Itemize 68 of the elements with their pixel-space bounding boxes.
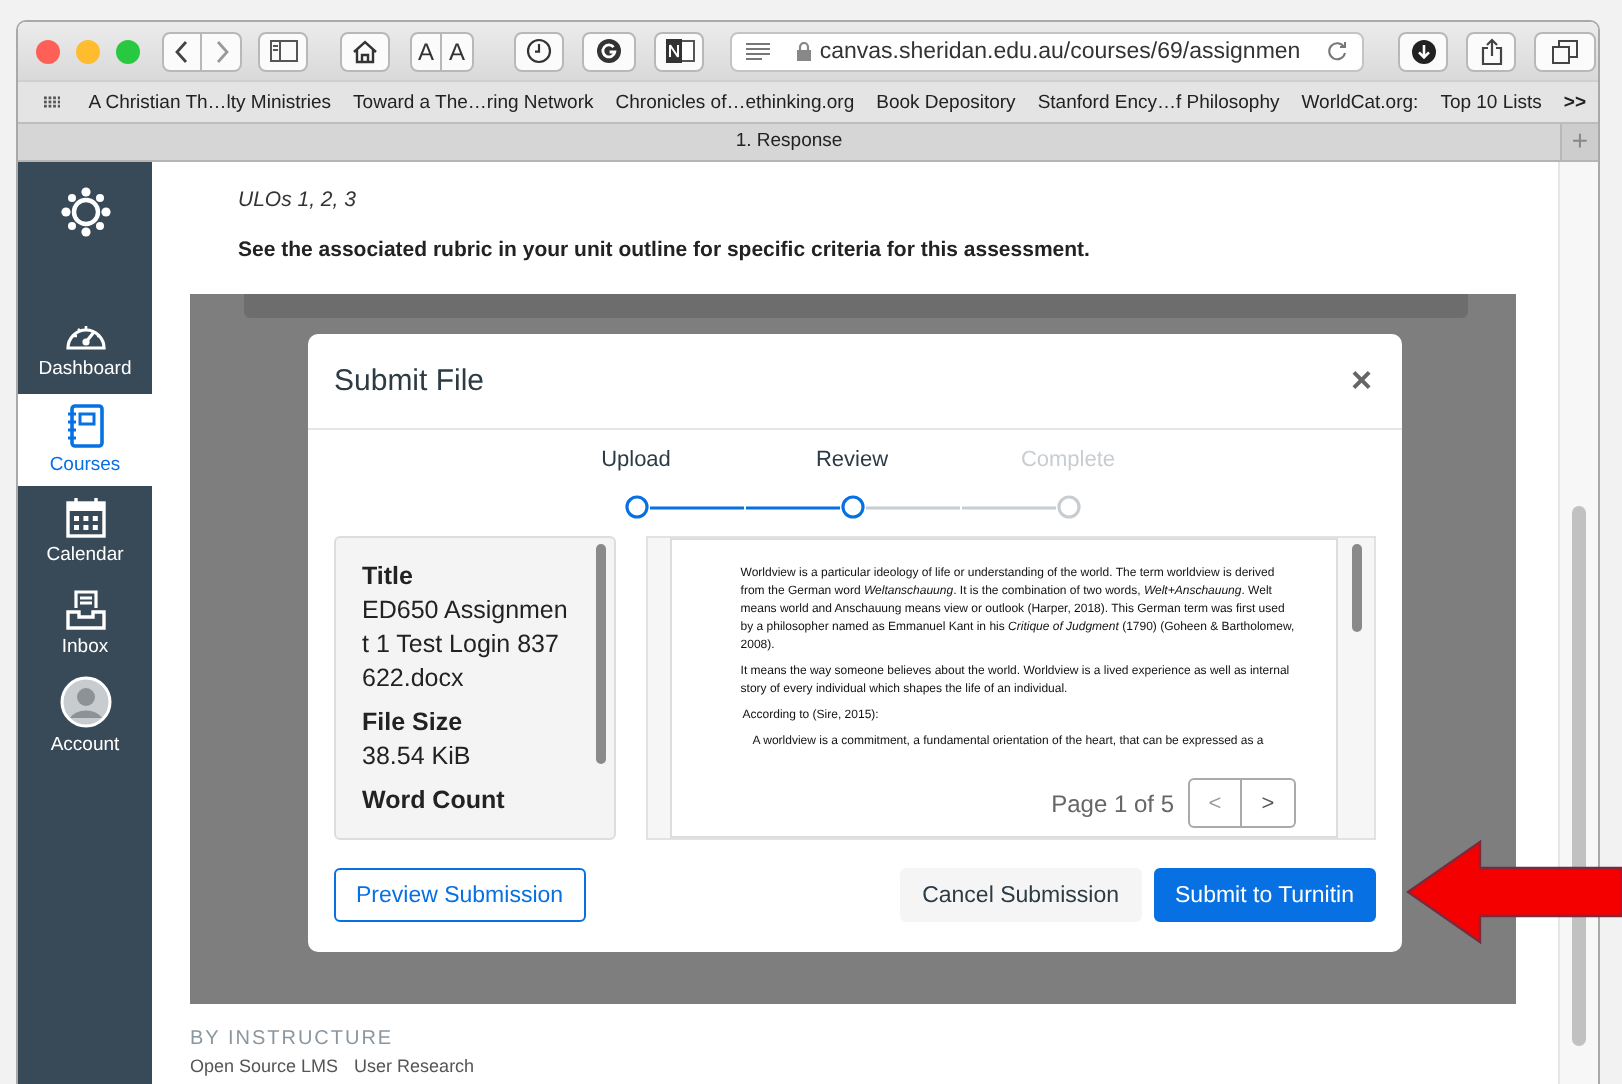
download-button[interactable] [1398,31,1448,71]
browser-tab[interactable]: 1. Response [18,124,1560,160]
tabs-overview-button[interactable] [1534,31,1596,71]
tabs-icon [1552,39,1578,63]
step-label: Review [815,448,889,472]
next-page-button[interactable]: > [1242,778,1296,828]
logo-icon[interactable] [59,186,111,238]
submit-button[interactable]: Submit to Turnitin [1153,868,1376,922]
learning-outcomes-text: ULOs 1, 2, 3 [238,186,358,214]
address-field[interactable]: canvas.sheridan.edu.au/courses/69/assignmen [730,31,1364,71]
bookmark-link[interactable]: Book Depository [876,91,1016,113]
reload-icon[interactable] [1326,40,1348,62]
clock-icon [526,38,552,64]
cancel-submission-button[interactable]: Cancel Submission [900,868,1142,922]
sidebar-item[interactable]: Calendar [18,486,152,578]
page-indicator: Page 1 of 5 [1051,789,1174,817]
g-logo-icon [596,38,622,64]
inbox-icon [65,590,105,630]
close-button[interactable]: × [1346,360,1376,402]
step-label: Upload [601,448,671,472]
text-size-button[interactable]: A [442,31,474,71]
chevron-left-icon [174,39,190,63]
chevron-right-icon [213,39,229,63]
info-label: Title [362,560,415,594]
sidebar-item[interactable]: Account [18,670,152,762]
footer-link[interactable]: User Research [354,1056,475,1076]
bookmark-link[interactable]: Chronicles of…ethinking.org [615,91,855,113]
notebook-icon [65,404,105,448]
bookmark-link[interactable]: Toward a The…ring Network [353,91,594,113]
reader-icon[interactable] [746,42,770,60]
home-button[interactable] [340,31,390,71]
sidebar-button[interactable] [258,31,308,71]
scrollbar-thumb[interactable] [1572,506,1586,1046]
sidebar-item[interactable]: Courses [18,394,152,486]
bookmark-link[interactable]: Stanford Ency…f Philosophy [1037,91,1280,113]
share-icon [1479,37,1503,65]
sidebar-item[interactable]: Inbox [18,578,152,670]
more-bookmarks-button[interactable]: >> [1563,91,1586,113]
info-value: 38.54 KiB [362,740,473,774]
sidebar-item[interactable]: Dashboard [18,302,152,394]
info-value: ED650 Assignment 1 Test Login 837622.docx [362,594,570,696]
extension-button[interactable] [582,31,636,71]
notebook-extension-button[interactable] [654,31,704,71]
footer-link[interactable]: Open Source LMS [190,1056,339,1076]
home-icon [352,39,378,63]
preview-submission-button[interactable]: Preview Submission [334,868,586,922]
lock-icon [795,41,812,61]
avatar-icon [59,676,111,728]
scrollbar-thumb[interactable] [596,544,607,764]
notebook-icon [663,38,695,64]
info-label: File Size [362,706,465,740]
history-button[interactable] [514,31,564,71]
back-button[interactable] [162,31,202,71]
scrollbar-thumb[interactable] [1352,544,1362,632]
calendar-icon [65,498,105,538]
info-label: Word Count [362,784,507,818]
sidebar-icon [269,40,297,62]
bookmark-link[interactable]: Top 10 Lists [1440,91,1542,113]
download-icon [1411,39,1435,63]
text-size-button[interactable]: A [410,31,442,71]
dialog-title: Submit File [334,364,485,398]
rubric-note: See the associated rubric in your unit outline for specific criteria for this assessment. [238,236,1092,264]
step-label: Complete [1020,448,1116,472]
bookmark-link[interactable]: A Christian Th…lty Ministries [88,91,332,113]
bookmark-link[interactable]: WorldCat.org: [1301,91,1419,113]
apps-grid-icon[interactable] [44,94,61,110]
footer-brand: BY INSTRUCTURE [190,1028,396,1050]
share-button[interactable] [1466,31,1516,71]
